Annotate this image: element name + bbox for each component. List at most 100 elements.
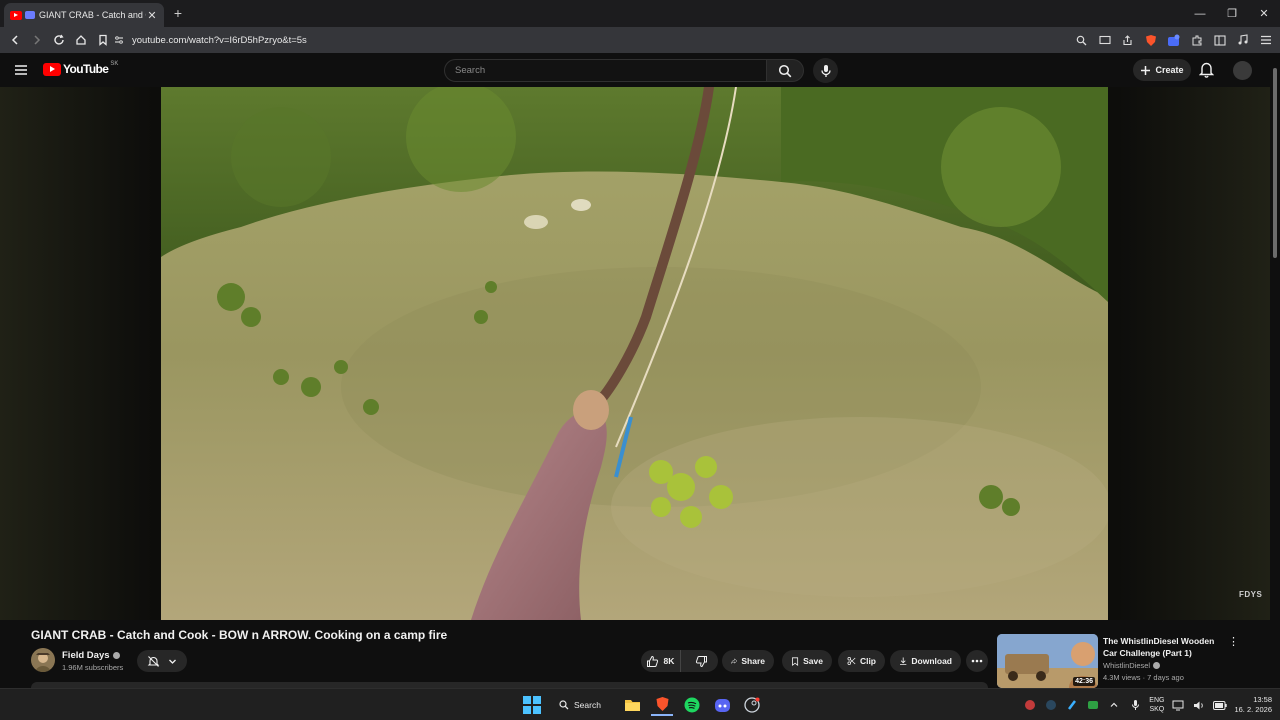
site-info-icon[interactable] [114,35,124,45]
video-player[interactable] [161,87,1108,620]
file-explorer-icon[interactable] [621,694,643,716]
tray-app-icon[interactable] [1023,698,1037,712]
brave-browser-icon[interactable] [651,694,673,716]
scrollbar-thumb[interactable] [1273,68,1277,258]
create-button[interactable]: Create [1133,59,1191,81]
volume-icon[interactable] [1192,698,1206,712]
tray-xbox-icon[interactable] [1086,698,1100,712]
save-button[interactable]: Save [782,650,832,672]
steam-icon[interactable] [741,694,763,716]
subscriber-count: 1.96M subscribers [62,663,124,672]
system-clock[interactable]: 13:58 16. 2. 2026 [1234,695,1272,715]
cast-icon[interactable] [1096,32,1113,49]
clip-button[interactable]: Clip [838,650,885,672]
discord-icon[interactable] [711,694,733,716]
video-title: GIANT CRAB - Catch and Cook - BOW n ARRO… [31,628,448,642]
channel-name[interactable]: Field Days [62,650,120,661]
like-count: 8K [663,656,675,666]
channel-name-text: Field Days [62,650,110,661]
home-button[interactable] [71,30,91,50]
tray-steam-icon[interactable] [1044,698,1058,712]
reload-button[interactable] [49,30,69,50]
back-arrow-icon [11,35,18,45]
windows-taskbar: Search ENG SKQ 13:58 16. 2. 2026 [0,688,1280,720]
microphone-icon [820,64,831,77]
address-bar[interactable]: youtube.com/watch?v=I6rD5hPzryo&t=5s [106,30,1146,50]
tray-pen-icon[interactable] [1065,698,1079,712]
save-bookmark-icon [792,656,799,666]
like-button[interactable]: 8K [641,650,681,672]
new-tab-button[interactable]: + [170,4,186,22]
save-label: Save [803,656,823,666]
search-icon [778,64,792,77]
windows-logo-icon [523,696,541,714]
search-input[interactable]: Search [444,59,768,82]
recommended-duration: 42:36 [1073,677,1095,686]
thumbs-up-icon [647,655,659,667]
search-button[interactable] [766,59,804,82]
clock-date: 16. 2. 2026 [1234,705,1272,714]
zoom-icon[interactable] [1073,32,1090,49]
tray-mic-icon[interactable] [1128,698,1142,712]
recommended-channel[interactable]: WhistlinDiesel [1103,661,1161,670]
share-arrow-icon [731,658,738,665]
page-scrollbar[interactable] [1270,60,1280,688]
recommended-verified-icon [1153,662,1161,669]
recommended-title[interactable]: The WhistlinDiesel Wooden Car Challenge … [1103,635,1223,659]
share-button[interactable]: Share [722,650,774,672]
forward-arrow-icon [34,35,41,45]
guide-menu-icon[interactable] [13,62,29,78]
reload-icon [54,34,64,45]
sidebar-icon[interactable] [1211,32,1228,49]
youtube-play-icon [43,62,61,76]
browser-tab-active[interactable]: GIANT CRAB - Catch and Cook - BOW n ARRO… [4,3,164,27]
back-button[interactable] [5,30,25,50]
download-icon [900,657,907,665]
notifications-bell-icon[interactable] [1199,61,1214,78]
more-actions-button[interactable] [966,650,988,672]
extensions-icon[interactable] [1188,32,1205,49]
share-page-icon[interactable] [1119,32,1136,49]
spotify-icon[interactable] [681,694,703,716]
home-icon [76,35,86,45]
thumbs-down-icon [695,655,707,667]
brave-rewards-icon[interactable] [1165,32,1182,49]
recommended-meta: 4.3M views · 7 days ago [1103,673,1184,682]
tab-title: GIANT CRAB - Catch and Cook - BOW n ARRO… [39,10,146,20]
plus-icon [1141,65,1151,75]
recommended-channel-text: WhistlinDiesel [1103,661,1151,670]
subscribed-button[interactable] [137,650,187,672]
forward-button[interactable] [27,30,47,50]
start-button[interactable] [521,694,543,716]
channel-avatar[interactable] [31,648,55,672]
tray-chevron-icon[interactable] [1107,698,1121,712]
browser-toolbar: youtube.com/watch?v=I6rD5hPzryo&t=5s [0,27,1280,53]
extension-favicon-icon [25,11,35,19]
voice-search-button[interactable] [813,58,838,83]
taskbar-search[interactable]: Search [551,694,613,716]
restore-button[interactable]: ❐ [1216,0,1248,27]
video-watermark: FDYS [1239,590,1263,599]
recommended-thumbnail[interactable]: 42:36 [997,634,1098,688]
download-label: Download [911,656,952,666]
clip-label: Clip [859,656,876,666]
recommended-more-icon[interactable]: ⋮ [1228,635,1239,648]
brave-shields-icon[interactable] [1142,32,1159,49]
minimize-button[interactable]: — [1184,0,1216,27]
battery-icon[interactable] [1213,698,1228,712]
share-label: Share [741,656,765,666]
dislike-button[interactable] [685,650,718,672]
youtube-logo[interactable]: YouTube SK [43,61,118,76]
media-icon[interactable] [1234,32,1251,49]
chevron-down-icon [169,659,176,664]
download-button[interactable]: Download [890,650,961,672]
network-icon[interactable] [1171,698,1185,712]
like-dislike-group: 8K [641,650,718,672]
input-language-indicator[interactable]: ENG SKQ [1149,696,1164,714]
url-text: youtube.com/watch?v=I6rD5hPzryo&t=5s [132,34,307,46]
tab-close-icon[interactable]: ✕ [146,9,158,22]
browser-tab-strip: GIANT CRAB - Catch and Cook - BOW n ARRO… [0,0,1280,27]
browser-menu-icon[interactable] [1257,32,1274,49]
account-avatar[interactable] [1233,61,1252,80]
window-close-button[interactable]: ✕ [1248,0,1280,27]
